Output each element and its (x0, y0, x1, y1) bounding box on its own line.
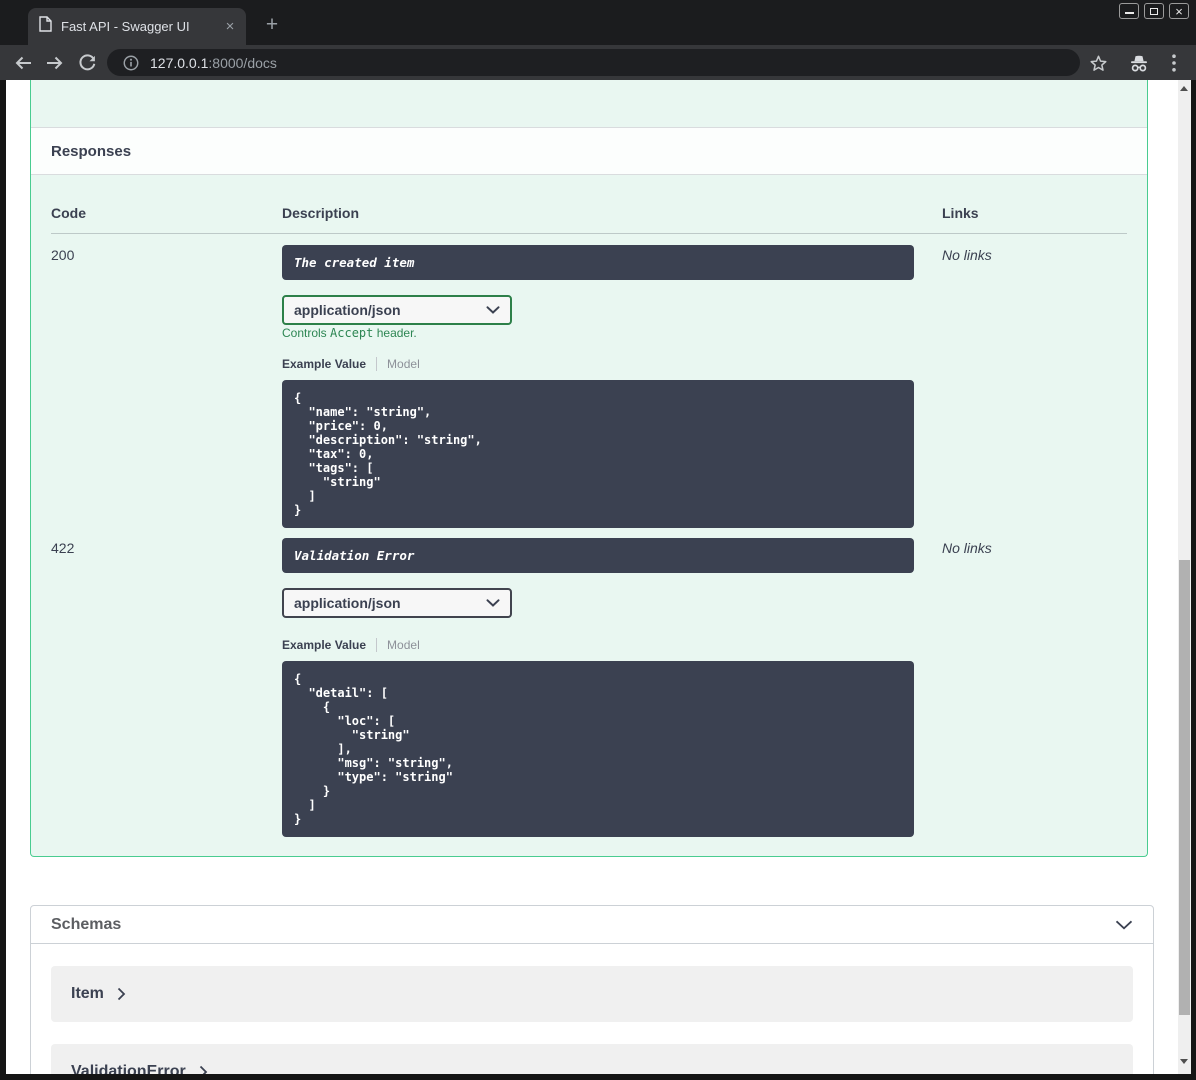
response-description-text: The created item (294, 255, 415, 270)
opblock-post-section: Responses Code Description Links 200 The… (30, 80, 1148, 857)
media-type-value: application/json (294, 595, 401, 611)
page-scrollbar[interactable] (1178, 80, 1191, 1074)
browser-window: Fast API - Swagger UI × + × 127.0.0.1:80… (0, 0, 1196, 1080)
example-model-tabs: Example Value Model (282, 638, 942, 652)
star-outline-icon (1089, 55, 1107, 71)
chevron-down-icon (486, 599, 500, 607)
window-frame-right (1191, 80, 1196, 1080)
triangle-up-icon[interactable] (1180, 86, 1188, 91)
reload-button[interactable] (75, 51, 99, 75)
window-close-button[interactable]: × (1169, 3, 1189, 19)
response-code: 200 (51, 247, 75, 263)
response-code: 422 (51, 540, 75, 556)
scrollbar-thumb[interactable] (1179, 560, 1190, 1015)
responses-table: Code Description Links 200 The created i… (51, 175, 1127, 837)
window-maximize-button[interactable] (1144, 3, 1164, 19)
close-icon: × (1175, 3, 1183, 19)
back-button[interactable] (11, 51, 35, 75)
response-description-text: Validation Error (294, 548, 415, 563)
arrow-right-icon (47, 56, 63, 70)
incognito-icon (1127, 51, 1151, 75)
menu-button[interactable] (1162, 51, 1186, 75)
tab-example-value[interactable]: Example Value (282, 357, 366, 371)
media-type-value: application/json (294, 302, 401, 318)
tab-close-icon[interactable]: × (222, 18, 238, 35)
new-tab-button[interactable]: + (259, 12, 285, 38)
maximize-icon (1150, 7, 1158, 15)
accept-header-hint: Controls Accept header. (282, 326, 417, 340)
tab-model[interactable]: Model (387, 638, 420, 652)
kebab-menu-icon (1172, 54, 1176, 72)
chevron-right-icon (117, 987, 126, 1001)
schemas-title: Schemas (51, 915, 122, 933)
window-minimize-button[interactable] (1119, 3, 1139, 19)
tab-example-value[interactable]: Example Value (282, 638, 366, 652)
chevron-right-icon (199, 1065, 207, 1074)
responses-table-header: Code Description Links (51, 175, 1127, 234)
opblock-spacer (31, 80, 1147, 127)
media-type-select[interactable]: application/json (282, 295, 512, 325)
browser-toolbar: 127.0.0.1:8000/docs (0, 45, 1196, 80)
example-model-tabs: Example Value Model (282, 357, 942, 371)
schema-item-row[interactable]: Item (51, 966, 1133, 1022)
window-controls: × (1119, 3, 1189, 19)
swagger-page: Responses Code Description Links 200 The… (6, 80, 1178, 1074)
url-host: 127.0.0.1 (150, 54, 209, 71)
window-frame-left (0, 80, 6, 1080)
browser-titlebar: Fast API - Swagger UI × + × (0, 0, 1196, 45)
column-header-code: Code (51, 205, 86, 221)
response-description-cell: Validation Error application/json Exampl… (282, 538, 942, 837)
tab-separator (376, 638, 378, 652)
browser-tab[interactable]: Fast API - Swagger UI × (28, 8, 246, 45)
response-description-cell: The created item application/json Contro… (282, 234, 942, 528)
column-header-description: Description (282, 205, 360, 221)
schemas-header[interactable]: Schemas (31, 906, 1153, 944)
schema-item-row[interactable]: ValidationError (51, 1044, 1133, 1074)
tab-model[interactable]: Model (387, 357, 420, 371)
url-path: :8000/docs (208, 54, 277, 71)
bookmark-button[interactable] (1086, 51, 1110, 75)
arrow-left-icon (15, 56, 31, 70)
url-bar[interactable]: 127.0.0.1:8000/docs (107, 49, 1080, 76)
response-row-422: 422 Validation Error application/json Ex… (51, 538, 1127, 837)
responses-title: Responses (51, 142, 132, 160)
media-type-select[interactable]: application/json (282, 588, 512, 618)
example-json-block: { "detail": [ { "loc": [ "string" ], "ms… (282, 661, 914, 837)
triangle-down-icon[interactable] (1180, 1059, 1188, 1064)
response-row-200: 200 The created item application/json Co… (51, 234, 1127, 528)
forward-button[interactable] (43, 51, 67, 75)
response-description-box: The created item (282, 245, 914, 280)
schemas-section: Schemas Item ValidationError (30, 905, 1154, 1074)
window-frame-bottom (0, 1074, 1196, 1080)
chevron-down-icon (486, 306, 500, 314)
example-json-block: { "name": "string", "price": 0, "descrip… (282, 380, 914, 528)
chevron-down-icon[interactable] (1115, 920, 1133, 930)
refresh-icon (79, 54, 96, 71)
column-header-links: Links (942, 205, 979, 221)
url-text: 127.0.0.1:8000/docs (150, 55, 277, 71)
tab-title: Fast API - Swagger UI (61, 19, 190, 34)
responses-header: Responses (31, 127, 1147, 175)
response-links: No links (942, 247, 992, 263)
schema-name: ValidationError (71, 1063, 186, 1074)
response-links: No links (942, 540, 992, 556)
page-favicon-icon (39, 16, 52, 37)
tab-separator (376, 357, 378, 371)
minimize-icon (1124, 12, 1134, 14)
info-circle-icon (123, 55, 139, 70)
schema-name: Item (71, 985, 104, 1002)
response-description-box: Validation Error (282, 538, 914, 573)
